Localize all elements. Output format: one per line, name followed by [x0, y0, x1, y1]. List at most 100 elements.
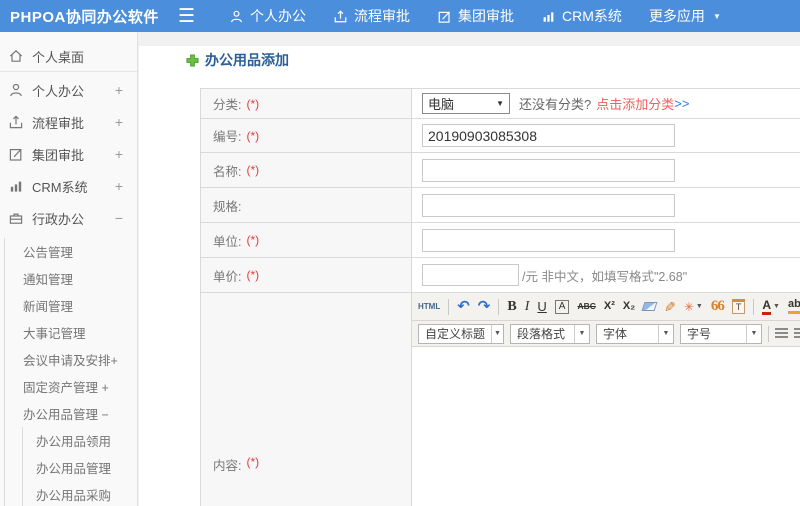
sidebar-subitem-meeting-mgmt[interactable]: 会议申请及安排+: [5, 346, 137, 373]
expand-icon[interactable]: +: [115, 82, 123, 98]
no-category-hint: 还没有分类?: [519, 97, 592, 112]
custom-heading-dropdown[interactable]: 自定义标题 ▼: [418, 323, 504, 344]
font-style-button[interactable]: A: [554, 299, 570, 314]
dropdown-caret-icon: ▼: [491, 324, 503, 343]
sidebar-subitem-supplies-manage[interactable]: 办公用品管理: [23, 454, 137, 481]
form-row-content: 内容: (*) HTML ↶ ↷ B I U A ABC X² X₂ ✎ ✳ ▼…: [201, 293, 800, 506]
topnav-group-approval[interactable]: 集团审批: [437, 6, 514, 26]
required-mark: (*): [246, 163, 260, 177]
collapse-icon[interactable]: −: [115, 210, 123, 226]
align-center-button[interactable]: [794, 328, 800, 339]
toolbar-separator: [753, 298, 755, 315]
superscript-button[interactable]: X²: [604, 301, 615, 312]
sidebar-item-group-approval[interactable]: 集团审批 +: [0, 138, 137, 170]
category-select[interactable]: 电脑 ▼: [422, 93, 510, 114]
sidebar-item-workflow-approval[interactable]: 流程审批 +: [0, 106, 137, 138]
sidebar-item-admin-office[interactable]: 行政办公 −: [0, 202, 137, 234]
sidebar-item-personal-desktop[interactable]: 个人桌面: [0, 42, 137, 72]
strikethrough-button[interactable]: ABC: [577, 302, 595, 311]
code-label: 编号:: [213, 130, 242, 144]
bar-chart-icon: [541, 9, 556, 24]
sidebar-subitem-news-mgmt[interactable]: 新闻管理: [5, 292, 137, 319]
user-icon: [8, 82, 25, 99]
sidebar-subitem-supplies-requisition[interactable]: 办公用品领用: [23, 427, 137, 454]
sidebar-item-crm-system[interactable]: CRM系统 +: [0, 170, 137, 202]
topnav-crm-system[interactable]: CRM系统: [541, 6, 622, 26]
sidebar-item-personal-office[interactable]: 个人办公 +: [0, 74, 137, 106]
paragraph-format-dropdown[interactable]: 段落格式 ▼: [510, 323, 590, 344]
dropdown-caret-icon: ▼: [658, 324, 673, 343]
required-mark: (*): [246, 96, 260, 111]
hamburger-menu-icon[interactable]: ☰: [178, 7, 195, 26]
underline-button[interactable]: U: [537, 300, 546, 313]
highlight-color-button[interactable]: ab▼: [787, 299, 800, 314]
sidebar-subitem-announcement-mgmt[interactable]: 公告管理: [5, 238, 137, 265]
expand-icon[interactable]: +: [115, 178, 123, 194]
italic-button[interactable]: I: [525, 299, 530, 314]
price-input[interactable]: [422, 264, 519, 286]
rich-text-editor: HTML ↶ ↷ B I U A ABC X² X₂ ✎ ✳ ▼ 66 T A …: [412, 293, 800, 506]
topnav-more-apps[interactable]: 更多应用 ▼: [649, 6, 721, 26]
sidebar-subitem-notice-mgmt[interactable]: 通知管理: [5, 265, 137, 292]
format-painter-button[interactable]: ✎: [664, 299, 676, 315]
quick-format-button[interactable]: ✳ ▼: [684, 301, 703, 313]
topnav-workflow-approval[interactable]: 流程审批: [333, 6, 410, 26]
sidebar-subitem-fixed-assets-mgmt[interactable]: 固定资产管理 +: [5, 373, 137, 400]
topnav-personal-office[interactable]: 个人办公: [229, 6, 306, 26]
font-size-dropdown[interactable]: 字号 ▼: [680, 323, 762, 344]
dropdown-caret-icon: ▼: [695, 303, 703, 310]
name-input[interactable]: [422, 158, 675, 182]
toolbar-separator: [448, 298, 450, 315]
unit-input[interactable]: [422, 228, 675, 252]
form-row-code: 编号: (*): [201, 119, 800, 153]
font-family-dropdown[interactable]: 字体 ▼: [596, 323, 674, 344]
eraser-icon: [641, 302, 658, 311]
select-caret-icon: ▼: [496, 99, 504, 108]
subscript-button[interactable]: X₂: [623, 301, 635, 312]
app-logo: PHPOA协同办公软件: [10, 8, 159, 26]
home-icon: [8, 48, 25, 65]
admin-office-submenu: 公告管理 通知管理 新闻管理 大事记管理 会议申请及安排+ 固定资产管理 + 办…: [4, 238, 137, 506]
code-input[interactable]: [422, 124, 675, 147]
undo-button[interactable]: ↶: [457, 299, 470, 314]
paste-as-text-button[interactable]: T: [731, 299, 746, 314]
user-icon: [229, 9, 244, 24]
add-category-arrows[interactable]: >>: [674, 96, 689, 111]
dropdown-caret-icon: ▼: [574, 324, 589, 343]
edit-icon: [437, 9, 452, 24]
align-left-button[interactable]: [775, 328, 788, 339]
editor-toolbar-row2: 自定义标题 ▼ 段落格式 ▼ 字体 ▼ 字号 ▼: [412, 321, 800, 347]
price-format-hint: /元 非中文，如填写格式"2.68": [522, 269, 688, 284]
editor-toolbar-row1: HTML ↶ ↷ B I U A ABC X² X₂ ✎ ✳ ▼ 66 T A …: [412, 293, 800, 321]
sidebar: 个人桌面 个人办公 + 流程审批 + 集团审批 + CRM系统 + 行政办公 −…: [0, 32, 138, 506]
unit-label: 单位:: [213, 234, 242, 249]
briefcase-icon: [8, 210, 25, 227]
main-content: 办公用品添加 分类: (*) 电脑 ▼ 还没有分类? 点击添加分类 >> 编号:: [139, 46, 800, 506]
add-plus-icon: [186, 53, 199, 67]
eraser-button[interactable]: [641, 302, 658, 311]
sidebar-subitem-events-mgmt[interactable]: 大事记管理: [5, 319, 137, 346]
editor-content-area[interactable]: [412, 347, 800, 506]
bold-button[interactable]: B: [507, 299, 516, 314]
sidebar-subitem-office-supplies-mgmt[interactable]: 办公用品管理 −: [5, 400, 137, 427]
required-mark: (*): [246, 455, 260, 469]
form-row-unit: 单位: (*): [201, 223, 800, 258]
add-category-link[interactable]: 点击添加分类: [596, 94, 674, 113]
toolbar-separator: [768, 325, 769, 342]
name-label: 名称:: [213, 164, 242, 179]
top-header: PHPOA协同办公软件 ☰ 个人办公 流程审批 集团审批 CRM系统 更多应用 …: [0, 0, 800, 32]
expand-icon[interactable]: +: [115, 146, 123, 162]
workflow-icon: [8, 114, 25, 131]
font-color-button[interactable]: A ▼: [762, 299, 780, 315]
html-source-button[interactable]: HTML: [418, 302, 440, 311]
spec-label: 规格:: [213, 199, 242, 214]
form-row-price: 单价: (*) /元 非中文，如填写格式"2.68": [201, 258, 800, 293]
redo-button[interactable]: ↷: [478, 299, 491, 314]
expand-icon[interactable]: +: [115, 114, 123, 130]
spec-input[interactable]: [422, 193, 675, 217]
sidebar-subitem-supplies-purchase[interactable]: 办公用品采购: [23, 481, 137, 506]
form-row-name: 名称: (*): [201, 153, 800, 188]
form-row-spec: 规格:: [201, 188, 800, 223]
blockquote-button[interactable]: 66: [711, 299, 725, 314]
page-title: 办公用品添加: [186, 50, 289, 70]
